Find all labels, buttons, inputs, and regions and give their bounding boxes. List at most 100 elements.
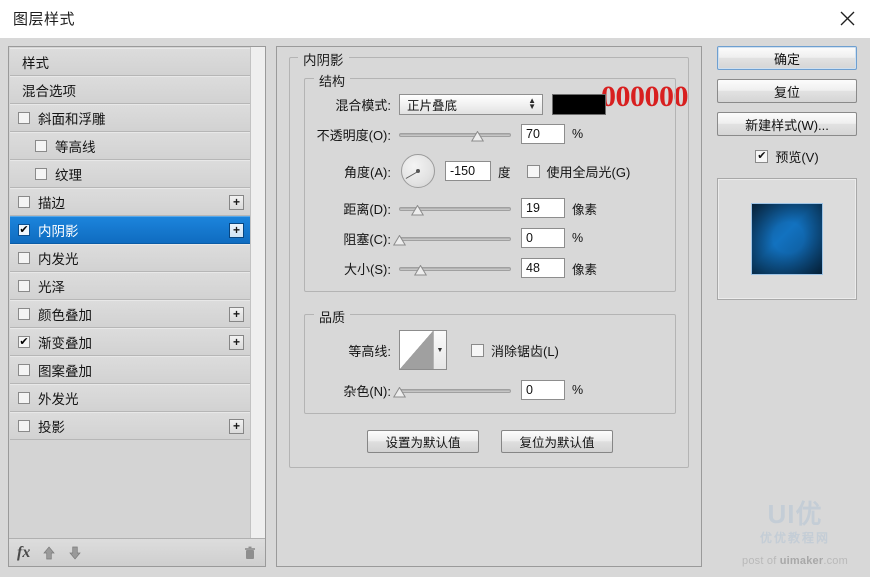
opacity-input[interactable]: 70 <box>521 124 565 144</box>
antialias-label: 消除锯齿(L) <box>491 341 559 360</box>
opacity-row: 不透明度(O): 70 % <box>315 121 665 147</box>
distance-label: 距离(D): <box>315 199 399 218</box>
antialias-checkbox[interactable] <box>471 344 484 357</box>
page-title: 图层样式 <box>13 8 75 29</box>
style-item-checkbox[interactable] <box>18 420 30 432</box>
distance-input[interactable]: 19 <box>521 198 565 218</box>
contour-row: 等高线: ▼ 消除锯齿(L) <box>315 327 665 373</box>
styles-footer-toolbar: fx <box>9 538 265 566</box>
fx-icon[interactable]: fx <box>17 544 30 562</box>
opacity-unit: % <box>572 127 583 141</box>
choke-input[interactable]: 0 <box>521 228 565 248</box>
choke-slider[interactable] <box>399 228 511 248</box>
inner-shadow-group-label: 内阴影 <box>298 49 349 69</box>
reset-button[interactable]: 复位 <box>717 79 857 103</box>
right-panel: 确定 复位 新建样式(W)... ✔ 预览(V) <box>712 46 862 567</box>
style-list-item[interactable]: 样式 <box>10 48 250 76</box>
style-list-item[interactable]: 内发光 <box>10 244 250 272</box>
styles-scrollbar[interactable] <box>250 47 265 538</box>
style-item-checkbox[interactable] <box>18 252 30 264</box>
layer-style-dialog: 图层样式 样式混合选项斜面和浮雕等高线纹理描边+✔内阴影+内发光光泽颜色叠加+✔… <box>0 0 870 577</box>
options-panel: 000000 内阴影 结构 混合模式: 正片叠底 ▲▼ <box>276 46 702 567</box>
opacity-slider-thumb[interactable] <box>471 129 484 140</box>
style-list-item[interactable]: 光泽 <box>10 272 250 300</box>
style-item-checkbox[interactable]: ✔ <box>18 336 30 348</box>
size-input[interactable]: 48 <box>521 258 565 278</box>
style-item-label: 光泽 <box>38 276 244 296</box>
style-item-label: 内阴影 <box>38 220 229 240</box>
close-button[interactable] <box>824 0 870 38</box>
style-item-label: 斜面和浮雕 <box>38 108 244 128</box>
style-list-item[interactable]: 斜面和浮雕 <box>10 104 250 132</box>
blend-mode-select[interactable]: 正片叠底 ▲▼ <box>399 94 543 115</box>
style-item-label: 颜色叠加 <box>38 304 229 324</box>
styles-list: 样式混合选项斜面和浮雕等高线纹理描边+✔内阴影+内发光光泽颜色叠加+✔渐变叠加+… <box>9 47 265 538</box>
add-effect-button[interactable]: + <box>229 195 244 210</box>
arrow-down-icon[interactable] <box>68 545 82 561</box>
preview-checkbox-row[interactable]: ✔ 预览(V) <box>755 147 818 166</box>
blend-mode-row: 混合模式: 正片叠底 ▲▼ <box>315 91 665 117</box>
add-effect-button[interactable]: + <box>229 223 244 238</box>
global-light-checkbox[interactable] <box>527 165 540 178</box>
choke-label: 阻塞(C): <box>315 229 399 248</box>
contour-dropdown[interactable]: ▼ <box>399 330 447 370</box>
size-unit: 像素 <box>572 259 597 278</box>
style-item-checkbox[interactable]: ✔ <box>18 224 30 236</box>
style-item-checkbox[interactable] <box>35 168 47 180</box>
style-item-checkbox[interactable] <box>35 140 47 152</box>
style-list-item[interactable]: 投影+ <box>10 412 250 440</box>
add-effect-button[interactable]: + <box>229 335 244 350</box>
style-list-item[interactable]: 混合选项 <box>10 76 250 104</box>
style-list-item[interactable]: 描边+ <box>10 188 250 216</box>
style-item-checkbox[interactable] <box>18 196 30 208</box>
reset-default-button[interactable]: 复位为默认值 <box>501 430 613 453</box>
style-item-checkbox[interactable] <box>18 364 30 376</box>
distance-slider[interactable] <box>399 198 511 218</box>
shadow-color-swatch[interactable] <box>552 94 606 115</box>
arrow-up-icon[interactable] <box>42 545 56 561</box>
preview-swatch <box>751 203 823 275</box>
style-list-item[interactable]: 纹理 <box>10 160 250 188</box>
choke-slider-thumb[interactable] <box>393 233 406 244</box>
choke-unit: % <box>572 231 583 245</box>
antialias-row[interactable]: 消除锯齿(L) <box>471 341 559 360</box>
noise-unit: % <box>572 383 583 397</box>
size-slider[interactable] <box>399 258 511 278</box>
style-list-item[interactable]: 等高线 <box>10 132 250 160</box>
style-list-item[interactable]: 图案叠加 <box>10 356 250 384</box>
noise-input[interactable]: 0 <box>521 380 565 400</box>
noise-slider-thumb[interactable] <box>393 385 406 396</box>
opacity-slider[interactable] <box>399 124 511 144</box>
style-list-item[interactable]: ✔ 内阴影+ <box>10 216 250 244</box>
default-buttons-row: 设置为默认值 复位为默认值 <box>304 430 676 453</box>
style-item-label: 内发光 <box>38 248 244 268</box>
add-effect-button[interactable]: + <box>229 307 244 322</box>
style-item-checkbox[interactable] <box>18 280 30 292</box>
noise-slider[interactable] <box>399 380 511 400</box>
angle-input[interactable]: -150 <box>445 161 491 181</box>
choke-slider-track <box>399 237 511 241</box>
chevron-down-icon[interactable]: ▼ <box>433 331 446 369</box>
style-list-item[interactable]: 颜色叠加+ <box>10 300 250 328</box>
style-item-label: 渐变叠加 <box>38 332 229 352</box>
ok-button[interactable]: 确定 <box>717 46 857 70</box>
style-list-item[interactable]: ✔ 渐变叠加+ <box>10 328 250 356</box>
global-light-label: 使用全局光(G) <box>547 162 631 181</box>
new-style-button[interactable]: 新建样式(W)... <box>717 112 857 136</box>
distance-row: 距离(D): 19 像素 <box>315 195 665 221</box>
size-label: 大小(S): <box>315 259 399 278</box>
size-slider-thumb[interactable] <box>414 263 427 274</box>
choke-row: 阻塞(C): 0 % <box>315 225 665 251</box>
trash-icon[interactable] <box>243 545 257 561</box>
add-effect-button[interactable]: + <box>229 419 244 434</box>
style-list-item[interactable]: 外发光 <box>10 384 250 412</box>
distance-slider-thumb[interactable] <box>411 203 424 214</box>
global-light-row[interactable]: 使用全局光(G) <box>527 162 631 181</box>
style-item-checkbox[interactable] <box>18 308 30 320</box>
angle-dial[interactable] <box>401 154 435 188</box>
contour-preview-icon <box>400 331 433 369</box>
preview-checkbox[interactable]: ✔ <box>755 150 768 163</box>
style-item-checkbox[interactable] <box>18 392 30 404</box>
set-default-button[interactable]: 设置为默认值 <box>367 430 479 453</box>
style-item-checkbox[interactable] <box>18 112 30 124</box>
